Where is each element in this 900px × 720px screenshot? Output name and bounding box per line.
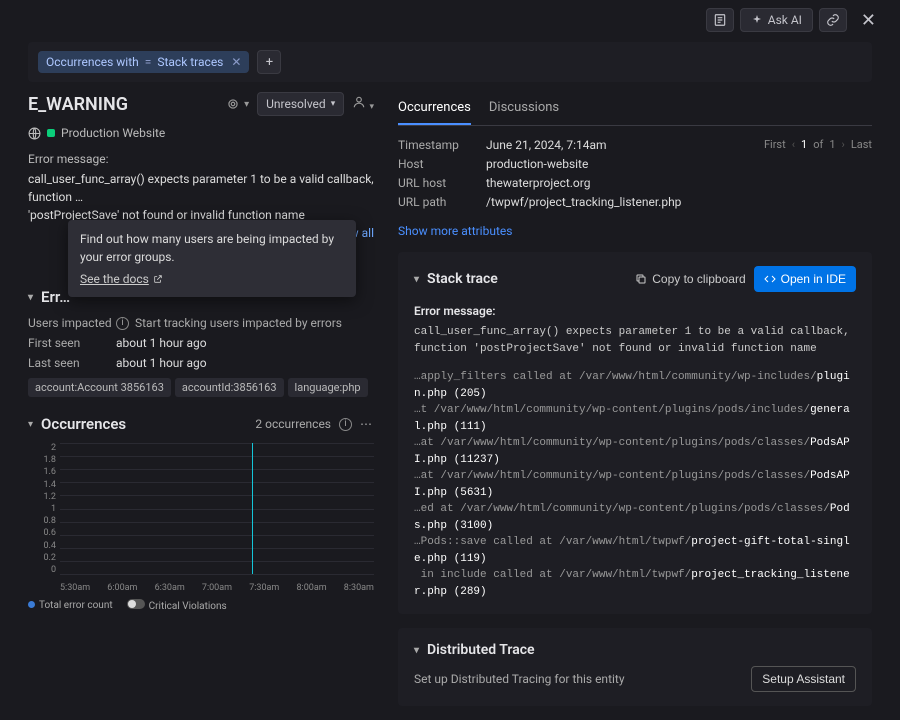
status-select[interactable]: Unresolved ▾ [257,92,344,116]
add-filter-button[interactable]: + [257,50,281,74]
external-link-icon [153,274,163,284]
first-seen-value: about 1 hour ago [116,336,207,350]
legend-total: Total error count [28,600,113,611]
pager-total: 1 [829,138,835,151]
more-menu-icon[interactable]: ⋯ [360,417,374,431]
error-title: E_WARNING [28,94,128,115]
distributed-trace-panel: ▾ Distributed Trace Set up Distributed T… [398,628,872,706]
first-seen-label: First seen [28,336,116,350]
tag[interactable]: accountId:3856163 [175,378,284,397]
attr-value: /twpwf/project_tracking_listener.php [486,195,681,209]
tab-occurrences[interactable]: Occurrences [398,92,471,125]
chevron-right-icon[interactable]: › [842,138,845,151]
status-label: Unresolved [266,97,326,111]
pager-of: of [813,138,823,151]
globe-icon [28,127,41,140]
filter-bar: Occurrences with = Stack traces ✕ + [28,42,872,82]
last-seen-value: about 1 hour ago [116,356,207,370]
distributed-trace-heading: Distributed Trace [427,642,535,658]
distributed-trace-msg: Set up Distributed Tracing for this enti… [414,672,625,686]
pager: First ‹ 1 of 1 › Last [764,138,872,151]
attr-key: URL path [398,195,486,209]
legend-critical[interactable]: Critical Violations [127,599,227,612]
error-message-label: Error message: [414,304,856,318]
occurrences-count: 2 occurrences [255,417,331,431]
attr-value: production-website [486,157,588,171]
error-message-label: Error message: [28,152,374,166]
chevron-down-icon[interactable]: ▾ [414,645,419,656]
copy-clipboard-button[interactable]: Copy to clipboard [635,266,745,292]
setup-assistant-button[interactable]: Setup Assistant [751,666,856,692]
chevron-down-icon[interactable]: ▾ [28,419,33,430]
ask-ai-label: Ask AI [768,13,802,27]
attributes: TimestampJune 21, 2024, 7:14am Hostprodu… [398,138,681,214]
attr-value: June 21, 2024, 7:14am [486,138,607,152]
notes-icon[interactable] [706,8,734,32]
pager-first[interactable]: First [764,138,786,151]
tooltip-body: Find out how many users are being impact… [80,230,344,266]
users-impacted-label: Users impacted [28,316,116,330]
pager-position: 1 [801,138,807,151]
section-heading-truncated: Err… [41,288,70,306]
link-icon[interactable] [819,8,847,32]
attr-key: URL host [398,176,486,190]
filter-chip[interactable]: Occurrences with = Stack traces ✕ [38,51,249,73]
stack-trace-heading: Stack trace [427,271,498,287]
open-in-ide-button[interactable]: Open in IDE [754,266,856,292]
remove-filter-icon[interactable]: ✕ [231,55,241,69]
chevron-down-icon[interactable]: ▾ [28,292,33,303]
status-dot-icon [47,129,55,137]
host-row: Production Website [28,126,374,140]
tooltip-docs-link[interactable]: See the docs [80,272,163,286]
attr-value: thewaterproject.org [486,176,590,190]
stack-error-message: call_user_func_array() expects parameter… [414,324,856,357]
chevron-down-icon[interactable]: ▾ [414,274,419,285]
attr-key: Host [398,157,486,171]
tabs: Occurrences Discussions [398,92,872,126]
pager-last[interactable]: Last [851,138,872,151]
last-seen-label: Last seen [28,356,116,370]
host-label: Production Website [61,126,165,140]
users-impacted-value: Start tracking users impacted by errors [135,316,342,330]
info-icon[interactable]: i [116,317,129,330]
ask-ai-button[interactable]: Ask AI [740,8,813,32]
filter-value: Stack traces [157,55,223,69]
tooltip: Find out how many users are being impact… [68,220,356,297]
info-icon[interactable]: i [339,418,352,431]
occurrences-heading: Occurrences [41,415,126,433]
chevron-left-icon[interactable]: ‹ [792,138,795,151]
filter-operator: = [145,55,152,69]
show-more-attributes-link[interactable]: Show more attributes [398,224,512,238]
assign-user-icon[interactable]: ▾ [352,95,374,113]
error-message-line: call_user_func_array() expects parameter… [28,170,374,206]
tab-discussions[interactable]: Discussions [489,92,559,125]
filter-label: Occurrences with [46,55,139,69]
attr-key: Timestamp [398,138,486,152]
tag[interactable]: account:Account 3856163 [28,378,171,397]
stack-traces: …apply_filters called at /var/www/html/c… [414,369,856,600]
tag[interactable]: language:php [288,378,368,397]
fingerprint-icon[interactable]: ▾ [226,97,249,111]
occurrences-chart: 21.81.61.41.210.80.60.40.20 5:30am6:00am… [28,443,374,593]
close-icon[interactable]: ✕ [853,10,884,31]
stack-trace-panel: ▾ Stack trace Copy to clipboard Open in … [398,252,872,614]
